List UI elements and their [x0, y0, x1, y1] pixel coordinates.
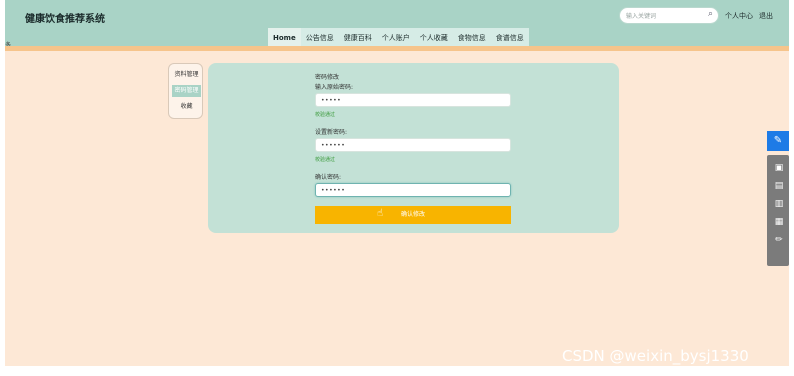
briefcase-icon[interactable]: ▤ — [773, 181, 785, 191]
account-side-menu: 资料管理 密码管理 收藏 — [168, 63, 203, 119]
old-password-label: 输入原始密码: — [315, 84, 354, 91]
search-input[interactable]: 输入关键词 ⌕ — [619, 7, 719, 24]
hand-cursor-icon: ☝ — [377, 208, 384, 219]
camera-icon[interactable]: ▣ — [773, 163, 785, 173]
nav-favorites[interactable]: 个人收藏 — [415, 28, 453, 48]
confirm-change-button[interactable]: 确认修改 — [315, 206, 511, 224]
sidemenu-password[interactable]: 密码管理 — [172, 85, 201, 97]
nav-food-info[interactable]: 食物信息 — [453, 28, 491, 48]
nav-personal-account[interactable]: 个人账户 — [377, 28, 415, 48]
confirm-password-label: 确认密码: — [315, 174, 342, 181]
new-password-status: 校验通过 — [315, 157, 336, 163]
confirm-password-value: •••••• — [321, 187, 346, 194]
nav-home[interactable]: Home — [268, 28, 301, 48]
password-form-card: 密码修改 输入原始密码: ••••• 校验通过 设置新密码: •••••• 校验… — [208, 63, 619, 233]
pen-icon[interactable]: ✏ — [773, 235, 785, 245]
floating-tools-panel: ▣ ▤ ▥ ▦ ✏ — [767, 155, 789, 266]
floating-toolbar: ✎ ▣ ▤ ▥ ▦ ✏ — [767, 131, 789, 266]
document-icon[interactable]: ▥ — [773, 199, 785, 209]
old-password-status: 校验通过 — [315, 112, 336, 118]
sidemenu-favorites[interactable]: 收藏 — [172, 101, 201, 113]
new-password-input[interactable]: •••••• — [315, 138, 511, 152]
picture-icon[interactable]: ▦ — [773, 217, 785, 227]
sidemenu-profile[interactable]: 资料管理 — [172, 69, 201, 81]
site-title: 健康饮食推荐系统 — [25, 14, 105, 25]
new-password-label: 设置新密码: — [315, 129, 348, 136]
personal-center-link[interactable]: 个人中心 — [725, 11, 753, 21]
search-placeholder: 输入关键词 — [626, 13, 657, 20]
user-links: 个人中心 退出 — [725, 11, 773, 21]
form-title: 密码修改 — [315, 74, 340, 81]
nav-announcements[interactable]: 公告信息 — [301, 28, 339, 48]
confirm-password-input[interactable]: •••••• — [315, 183, 511, 197]
new-password-value: •••••• — [321, 142, 346, 149]
header-divider — [5, 46, 789, 51]
search-icon[interactable]: ⌕ — [708, 9, 713, 19]
page: 健康饮食推荐系统 输入关键词 ⌕ 个人中心 退出 多 Home 公告信息 健康百… — [5, 0, 789, 366]
logout-link[interactable]: 退出 — [759, 11, 773, 21]
nav-recipe-info[interactable]: 食谱信息 — [491, 28, 529, 48]
main-nav: Home 公告信息 健康百科 个人账户 个人收藏 食物信息 食谱信息 — [268, 28, 529, 48]
csdn-watermark: CSDN @weixin_bysj1330 — [562, 347, 749, 365]
old-password-input[interactable]: ••••• — [315, 93, 511, 107]
old-password-value: ••••• — [321, 97, 342, 104]
edit-icon[interactable]: ✎ — [767, 131, 789, 151]
nav-health-wiki[interactable]: 健康百科 — [339, 28, 377, 48]
